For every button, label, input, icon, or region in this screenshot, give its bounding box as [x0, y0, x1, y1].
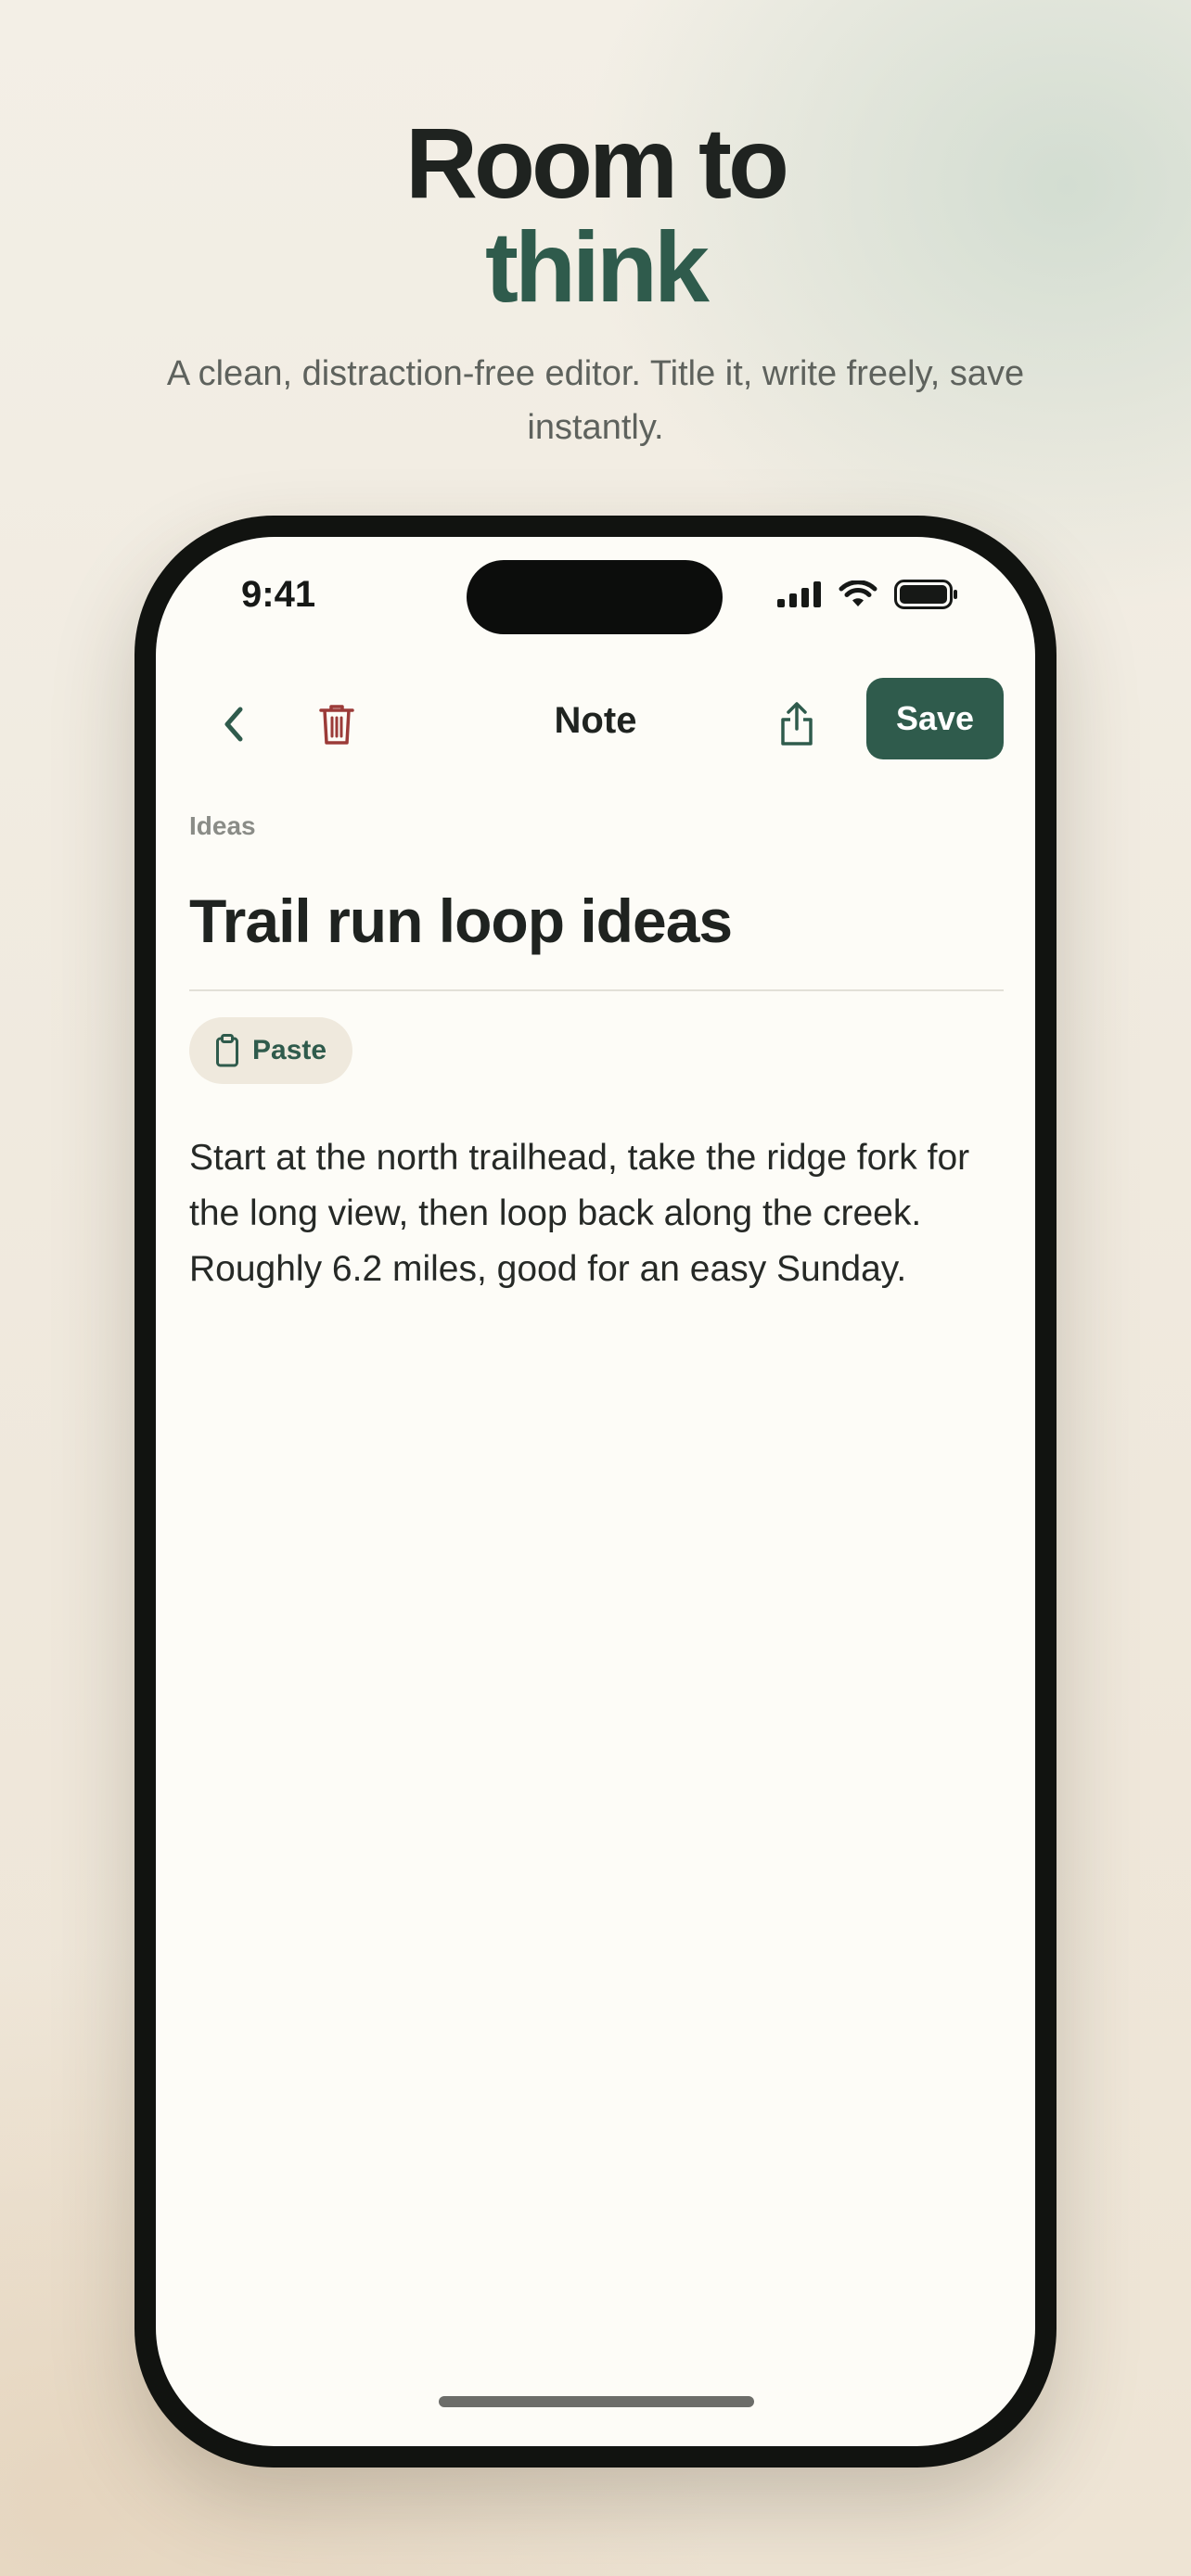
note-body-editor[interactable]: Start at the north trailhead, take the r…: [189, 1130, 1015, 1297]
home-indicator[interactable]: [439, 2396, 754, 2407]
hero-header: Room to think A clean, distraction-free …: [0, 111, 1191, 454]
battery-icon: [894, 580, 957, 609]
share-icon: [781, 702, 813, 746]
status-icons: [777, 580, 959, 609]
share-button[interactable]: [767, 695, 826, 754]
status-time: 9:41: [241, 574, 316, 615]
wifi-icon: [839, 580, 877, 606]
hero-headline-accent: think: [485, 210, 710, 323]
note-category[interactable]: Ideas: [189, 811, 256, 841]
title-divider: [189, 989, 1004, 991]
save-button[interactable]: Save: [866, 678, 1004, 759]
hero-subtitle: A clean, distraction-free editor. Title …: [166, 354, 1025, 447]
clipboard-icon: [216, 1034, 238, 1067]
cellular-signal-icon: [777, 581, 821, 607]
phone-screen: 9:41 Note Save Ideas Trail run loop idea…: [156, 537, 1035, 2446]
hero-headline: Room to: [405, 107, 789, 219]
paste-label: Paste: [252, 1035, 327, 1065]
note-title-input[interactable]: Trail run loop ideas: [189, 886, 733, 956]
paste-button[interactable]: Paste: [189, 1017, 353, 1084]
phone-frame: 9:41 Note Save Ideas Trail run loop idea…: [134, 516, 1057, 2468]
dynamic-island: [467, 560, 723, 634]
